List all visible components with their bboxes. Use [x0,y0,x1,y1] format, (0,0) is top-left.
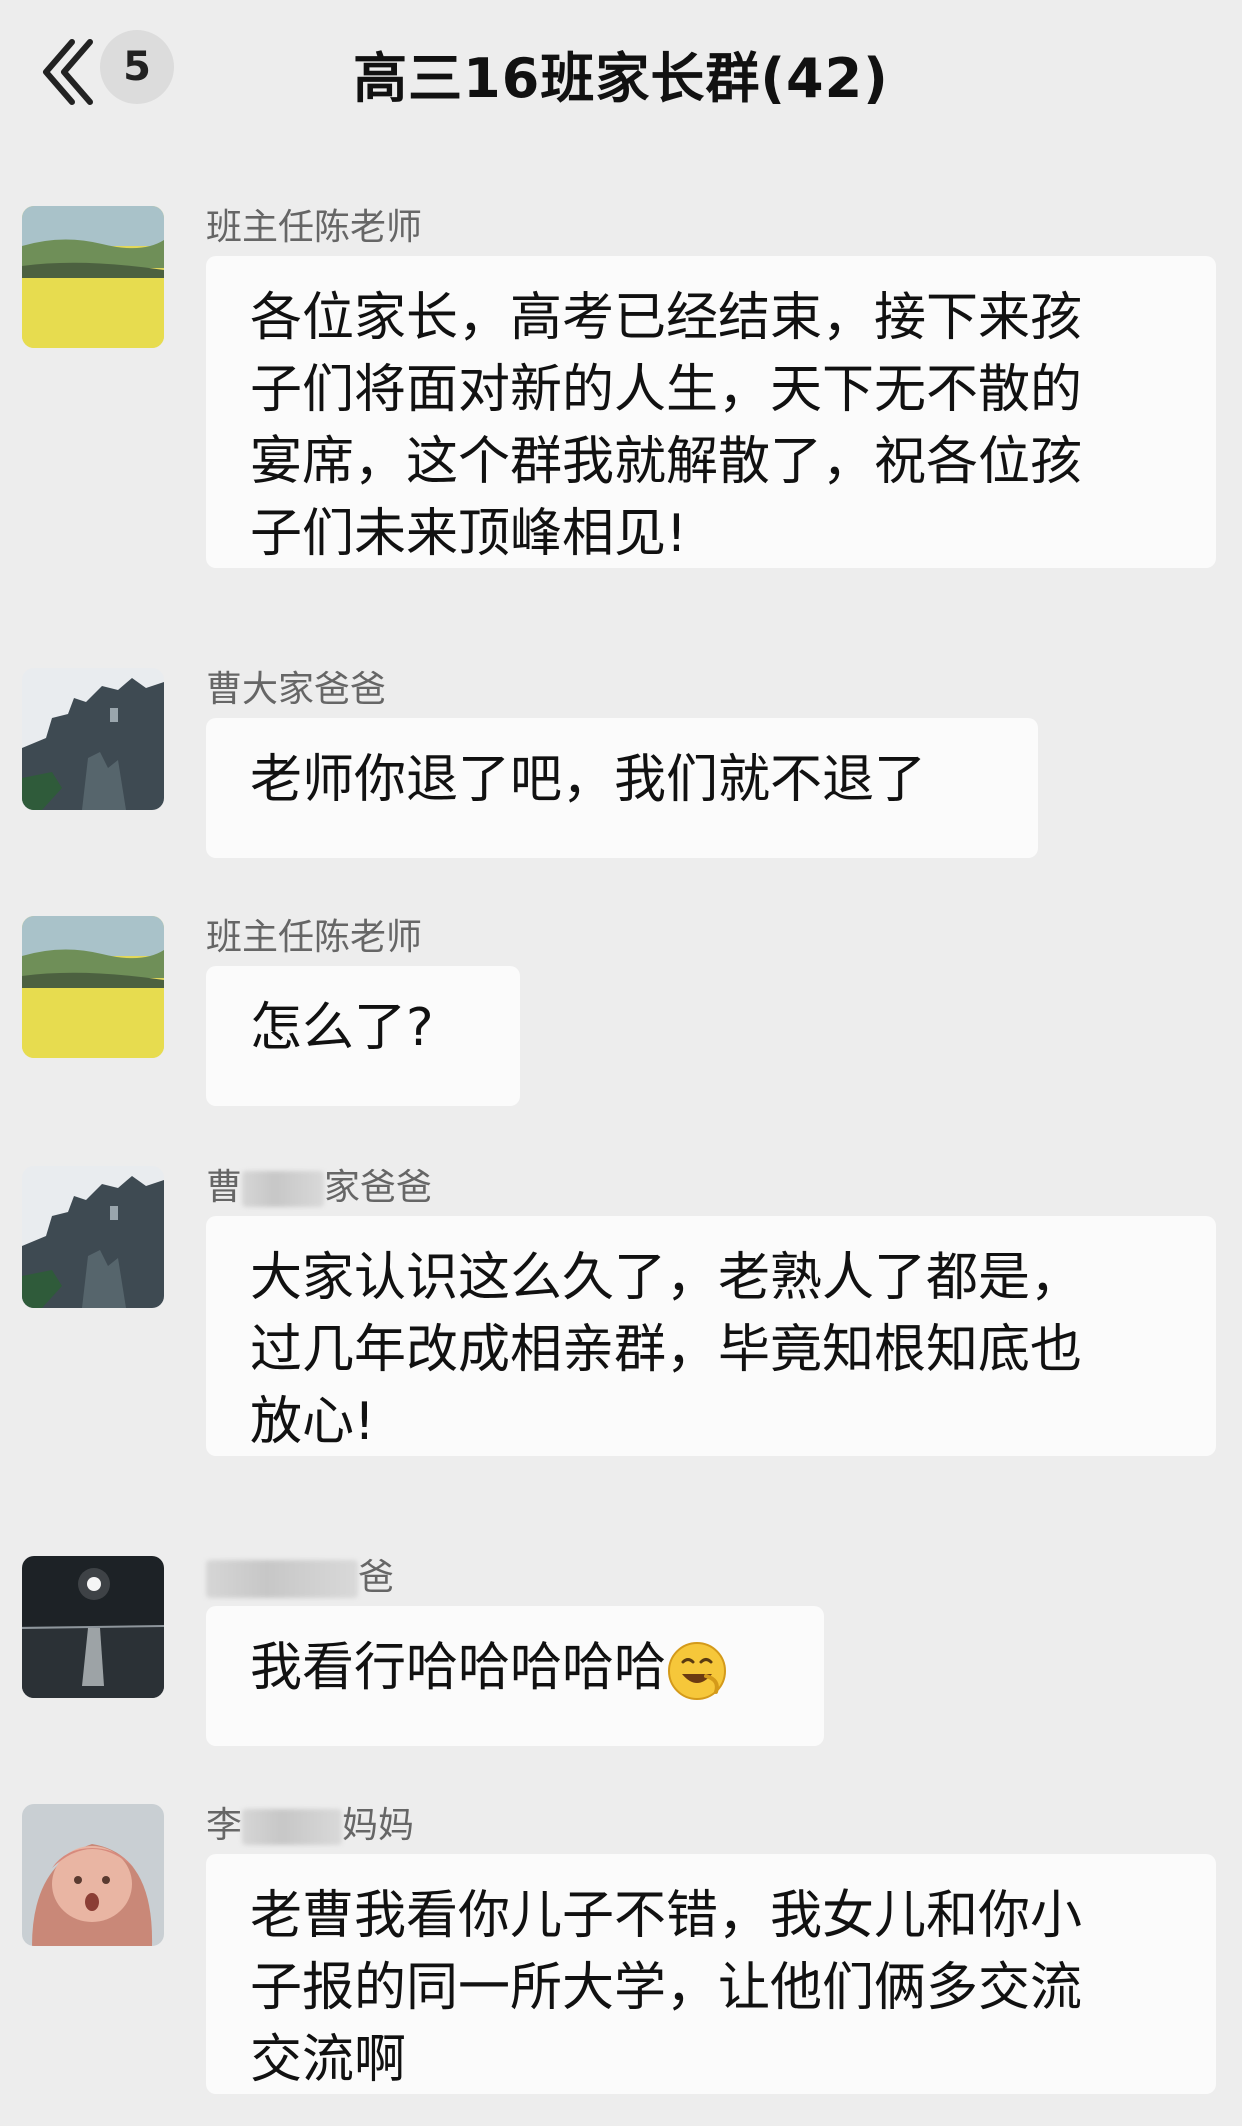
message-bubble[interactable]: 我看行哈哈哈哈哈 [206,1606,824,1746]
message-line: 老师你退了吧，我们就不退了 [250,750,927,810]
sender-name: 爸 [206,1548,394,1600]
message-bubble[interactable]: 老师你退了吧，我们就不退了 [206,718,1038,858]
sender-name: 李 妈妈 [206,1796,414,1848]
message-bubble[interactable]: 各位家长，高考已经结束，接下来孩 子们将面对新的人生，天下无不散的 宴席，这个群… [206,256,1216,568]
avatar[interactable] [22,916,164,1058]
message-line: 子们将面对新的人生，天下无不散的 [250,360,1083,420]
message-line: 过几年改成相亲群，毕竟知根知底也 [250,1320,1083,1380]
moon-night-sea-icon [22,1556,164,1698]
message-line: 各位家长，高考已经结束，接下来孩 [250,288,1083,348]
avatar[interactable] [22,206,164,348]
message-line: 大家认识这么久了，老熟人了都是， [250,1248,1083,1308]
message-bubble[interactable]: 老曹我看你儿子不错，我女儿和你小 子报的同一所大学，让他们俩多交流 交流啊 [206,1854,1216,2094]
sender-name: 班主任陈老师 [206,207,423,248]
sender-name: 曹大家爸爸 [206,669,387,710]
redacted-name-blur [206,1560,358,1598]
chat-title: 高三16班家长群(42) [353,47,889,110]
avatar[interactable] [22,1556,164,1698]
sender-name-end: 爸 [358,1557,395,1598]
avatar[interactable] [22,668,164,810]
message-bubble[interactable]: 怎么了? [206,966,520,1106]
redacted-name-blur [242,1809,343,1845]
grinning-face-icon [668,1642,727,1700]
sender-name: 班主任陈老师 [206,917,423,958]
message-line: 我看行哈哈哈哈哈 [250,1632,782,1704]
message-line: 怎么了? [250,998,434,1058]
redacted-name-blur [242,1171,325,1207]
castle-landscape-icon [22,1166,164,1308]
castle-landscape-icon [22,668,164,810]
chat-header: 5 高三16班家长群(42) [0,0,1242,150]
sender-name-end: 妈妈 [342,1805,415,1846]
message-line: 老曹我看你儿子不错，我女儿和你小 [250,1886,1083,1946]
sender-name-end: 家爸爸 [324,1167,433,1208]
field-landscape-icon [22,916,164,1058]
field-landscape-icon [22,206,164,348]
message-line: 子报的同一所大学，让他们俩多交流 [250,1958,1083,2018]
message-text: 我看行哈哈哈哈哈 [250,1638,667,1698]
message-bubble[interactable]: 大家认识这么久了，老熟人了都是， 过几年改成相亲群，毕竟知根知底也 放心! [206,1216,1216,1456]
avatar[interactable] [22,1804,164,1946]
message-line: 子们未来顶峰相见! [250,504,687,564]
sender-name-start: 李 [206,1805,243,1846]
avatar[interactable] [22,1166,164,1308]
message-line: 交流啊 [250,2030,407,2090]
sender-name: 曹 家爸爸 [206,1158,432,1210]
baby-photo-icon [22,1804,164,1946]
message-line: 放心! [250,1392,375,1452]
message-line: 宴席，这个群我就解散了，祝各位孩 [250,432,1083,492]
sender-name-start: 曹 [206,1167,243,1208]
